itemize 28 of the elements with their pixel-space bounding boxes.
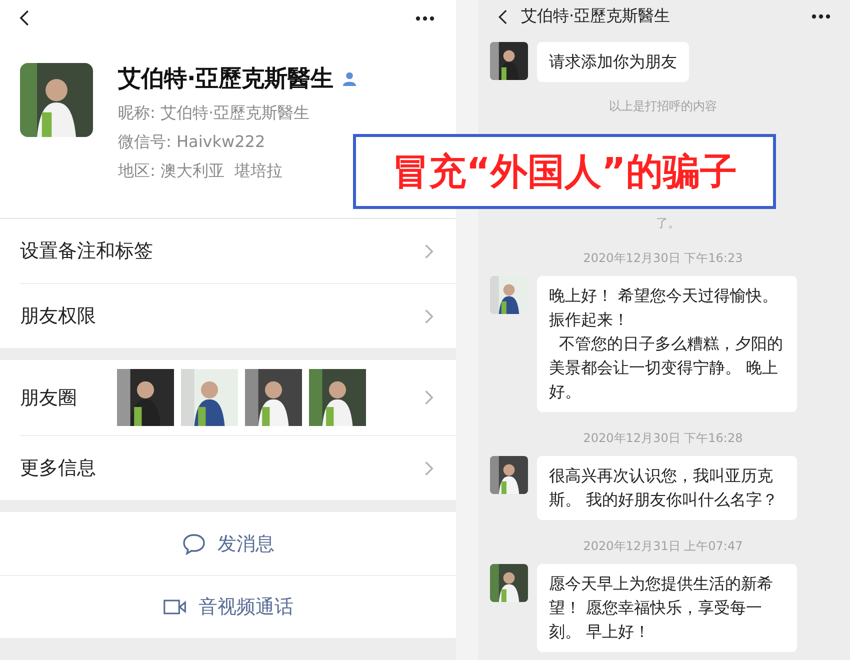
timestamp: 2020年12月31日 上午07:47 <box>583 538 743 555</box>
speech-bubble-icon <box>182 532 206 554</box>
message-text: 不管您的日子多么糟糕，夕阳的美景都会让一切变得宁静。 晚上好。 <box>549 333 784 403</box>
message-text: 愿今天早上为您提供生活的新希望！ 愿您幸福快乐，享受每一刻。 早上好！ <box>549 573 774 643</box>
more-icon[interactable] <box>414 14 436 22</box>
more-icon[interactable] <box>810 13 832 20</box>
back-icon[interactable] <box>496 8 509 26</box>
timestamp: 2020年12月30日 下午16:23 <box>583 250 743 267</box>
message-text: 请求添加你为朋友 <box>549 51 677 73</box>
profile-info-line: 微信号: Haivkw222 <box>118 131 266 153</box>
system-notice: 以上是打招呼的内容 <box>609 98 717 115</box>
back-icon[interactable] <box>17 8 31 28</box>
profile-name: 艾伯特·亞歷克斯醫生 <box>118 65 334 94</box>
person-icon <box>342 71 357 86</box>
profile-info-line: 昵称: 艾伯特·亞歷克斯醫生 <box>118 102 311 124</box>
profile-info-line: 地区: 澳大利亚 堪培拉 <box>118 160 284 182</box>
menu-row[interactable]: 设置备注和标签 <box>0 219 456 283</box>
message-text: 很高兴再次认识您，我叫亚历克斯。 我的好朋友你叫什么名字？ <box>549 465 780 511</box>
menu-row[interactable]: 朋友圈 <box>0 360 456 435</box>
chevron-right-icon <box>424 460 434 476</box>
chevron-right-icon <box>424 308 434 324</box>
chevron-right-icon <box>424 242 434 260</box>
caption-banner: 冒充“外国人”的骗子 <box>353 134 776 209</box>
chat-title: 艾伯特·亞歷克斯醫生 <box>521 6 670 27</box>
chevron-right-icon <box>424 389 434 406</box>
message-text: 晚上好！ 希望您今天过得愉快。振作起来！ <box>549 285 780 331</box>
system-notice: 了。 <box>656 215 680 232</box>
timestamp: 2020年12月30日 下午16:28 <box>583 430 743 447</box>
